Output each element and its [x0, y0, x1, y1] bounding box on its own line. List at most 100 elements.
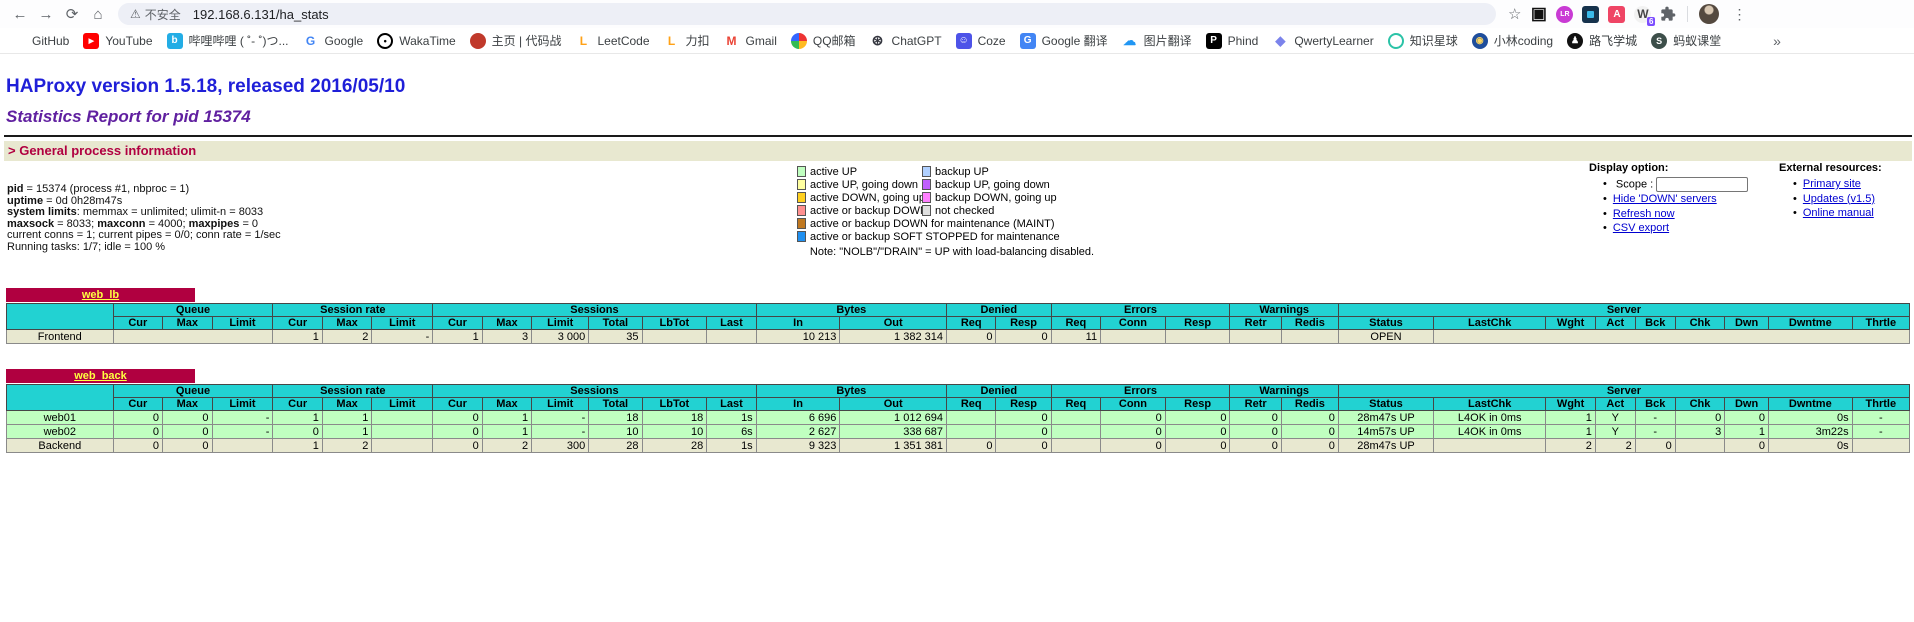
stat-cell: 2	[1546, 439, 1595, 453]
stat-cell: 1	[322, 411, 371, 425]
bookmark-item[interactable]: ☺Coze	[956, 33, 1006, 49]
extensions-puzzle-icon[interactable]	[1660, 6, 1676, 22]
home-icon[interactable]: ⌂	[86, 3, 110, 25]
bookmark-item[interactable]: GGoogle	[303, 33, 364, 49]
translate-extension-icon[interactable]: A	[1608, 6, 1625, 23]
boxed-app-extension-icon[interactable]: ▣	[1530, 6, 1547, 23]
stat-cell: 28	[642, 439, 707, 453]
browser-menu-icon[interactable]: ⋮	[1728, 6, 1750, 23]
security-chip[interactable]: ⚠ 不安全	[130, 6, 181, 23]
column-header: Limit	[372, 317, 433, 330]
bookmark-item[interactable]: ♟路飞学城	[1567, 32, 1637, 49]
bookmark-item[interactable]: ☁图片翻译	[1122, 32, 1192, 49]
bookmarks-overflow-chevron[interactable]: »	[1773, 33, 1781, 49]
bookmark-item[interactable]: L力扣	[664, 32, 710, 49]
bookmark-item[interactable]: GitHub	[10, 33, 69, 49]
proxy-name-link[interactable]: web_lb	[6, 288, 195, 302]
bookmark-item[interactable]: GGoogle 翻译	[1020, 32, 1108, 49]
stat-cell: 300	[532, 439, 589, 453]
bookmark-label: Phind	[1228, 34, 1259, 48]
bookmark-item[interactable]: LLeetCode	[575, 33, 649, 49]
stat-cell	[642, 330, 707, 344]
stat-cell: 6 696	[756, 411, 840, 425]
column-header: Req	[1051, 317, 1100, 330]
process-info-line: Running tasks: 1/7; idle = 100 %	[7, 242, 281, 254]
bookmark-item[interactable]: S蚂蚁课堂	[1651, 32, 1721, 49]
back-icon[interactable]: ←	[8, 3, 32, 25]
stat-cell: 0	[433, 425, 482, 439]
legend-label: active UP, going down	[810, 179, 922, 191]
proxy-name-link[interactable]: web_back	[6, 369, 195, 383]
blue-square-extension-icon[interactable]	[1582, 6, 1599, 23]
gmail-icon: M	[724, 33, 740, 49]
group-header: Sessions	[433, 385, 756, 398]
address-bar[interactable]: ⚠ 不安全 192.168.6.131/ha_stats	[118, 3, 1496, 25]
stat-cell: 6s	[707, 425, 756, 439]
stat-cell	[1852, 439, 1909, 453]
stat-cell: 0	[1101, 425, 1166, 439]
external-link[interactable]: Updates (v1.5)	[1803, 193, 1875, 205]
bookmark-item[interactable]: PPhind	[1206, 33, 1259, 49]
bookmark-item[interactable]: •WakaTime	[377, 33, 455, 49]
stat-cell: 0	[113, 411, 162, 425]
stat-cell: -	[212, 411, 273, 425]
lr-extension-icon[interactable]: LR	[1556, 6, 1573, 23]
google-icon: G	[303, 33, 319, 49]
option-link[interactable]: Hide 'DOWN' servers	[1613, 193, 1717, 205]
bookmark-item[interactable]: ⊛ChatGPT	[870, 33, 942, 49]
column-header: LastChk	[1434, 398, 1546, 411]
stat-cell: 0	[1230, 411, 1281, 425]
legend-row: active DOWN, going upbackup DOWN, going …	[797, 191, 1107, 204]
bookmark-star-icon[interactable]: ☆	[1508, 5, 1521, 23]
haproxy-version-link[interactable]: HAProxy version 1.5.18, released 2016/05…	[6, 76, 405, 98]
qqmail-icon	[791, 33, 807, 49]
option-link[interactable]: Refresh now	[1613, 208, 1675, 220]
column-header: Redis	[1281, 317, 1338, 330]
column-header: Max	[163, 398, 212, 411]
bookmark-item[interactable]: MGmail	[724, 33, 777, 49]
legend-row: active or backup DOWNnot checked	[797, 204, 1107, 217]
stat-cell: 0	[1165, 425, 1230, 439]
bookmark-item[interactable]: QQ邮箱	[791, 32, 856, 49]
reload-icon[interactable]: ⟳	[60, 3, 84, 25]
stat-cell: 1	[1546, 411, 1595, 425]
w-extension-icon[interactable]: W6	[1634, 6, 1651, 23]
haproxy-stats-page: HAProxy version 1.5.18, released 2016/05…	[0, 54, 1914, 453]
column-header: Act	[1595, 317, 1635, 330]
bookmark-item[interactable]: ◆QwertyLearner	[1272, 33, 1373, 49]
scope-input[interactable]	[1656, 177, 1748, 192]
column-header: In	[756, 398, 840, 411]
stat-cell: -	[532, 411, 589, 425]
external-link[interactable]: Primary site	[1803, 178, 1861, 190]
display-option-list: Scope : Hide 'DOWN' serversRefresh nowCS…	[1603, 177, 1748, 236]
stat-cell: 1	[273, 439, 322, 453]
stat-cell: -	[1635, 411, 1675, 425]
column-header: Max	[163, 317, 212, 330]
group-header: Queue	[113, 385, 273, 398]
stat-cell: 28m47s UP	[1338, 411, 1433, 425]
bookmark-item[interactable]: b哔哩哔哩 ( ˚- ˚)つ...	[167, 32, 289, 49]
stat-cell: 2	[322, 439, 371, 453]
column-header: Resp	[996, 398, 1051, 411]
bookmark-label: QQ邮箱	[813, 32, 856, 49]
stat-cell: 18	[642, 411, 707, 425]
bookmark-item[interactable]: ◉小林coding	[1472, 32, 1553, 49]
github-icon	[10, 33, 26, 49]
option-link[interactable]: CSV export	[1613, 222, 1669, 234]
legend-row: active UPbackup UP	[797, 165, 1107, 178]
bookmark-label: Google 翻译	[1042, 32, 1108, 49]
bookmark-item[interactable]: ▶YouTube	[83, 33, 152, 49]
stat-cell	[372, 439, 433, 453]
column-header: Bck	[1635, 317, 1675, 330]
forward-icon[interactable]: →	[34, 3, 58, 25]
external-resource-item: Primary site	[1793, 177, 1882, 192]
stat-cell: 10	[642, 425, 707, 439]
stat-cell: 0	[113, 439, 162, 453]
row-label: web02	[7, 425, 114, 439]
bookmark-item[interactable]: 知识星球	[1388, 32, 1458, 49]
column-header: Resp	[1165, 398, 1230, 411]
bookmark-item[interactable]: 主页 | 代码战	[470, 32, 562, 49]
external-link[interactable]: Online manual	[1803, 207, 1874, 219]
profile-avatar[interactable]	[1699, 4, 1719, 24]
table-row-web01: web0100-1101-18181s6 6961 012 6940000028…	[7, 411, 1910, 425]
